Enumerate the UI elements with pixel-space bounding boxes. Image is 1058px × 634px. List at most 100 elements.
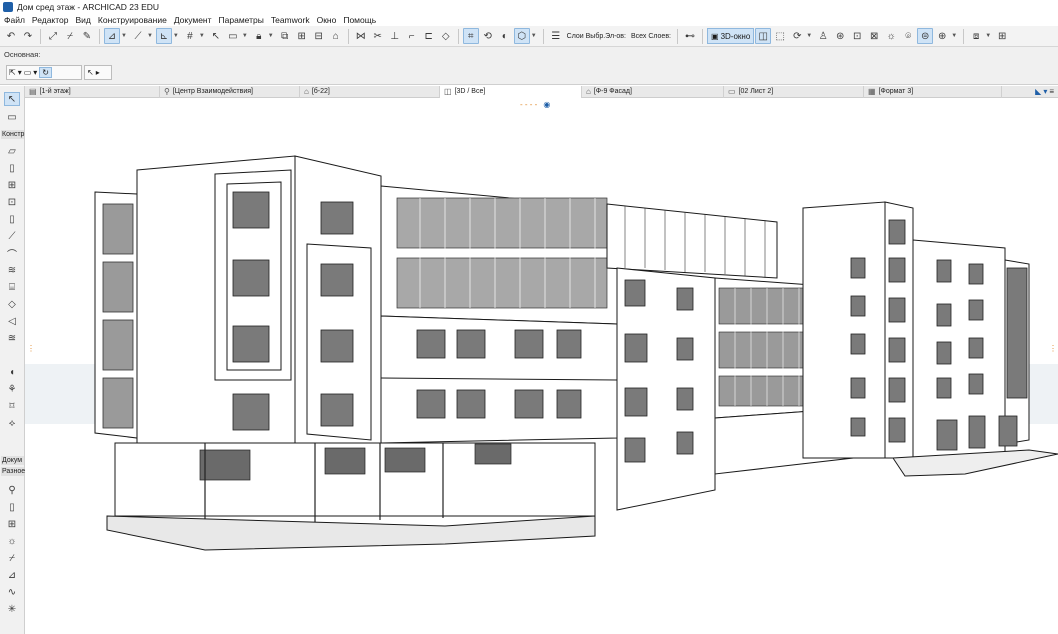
suspend-groups-icon[interactable]: ⊞ [294,28,310,44]
railing-tool-icon[interactable]: ⌸ [4,280,20,294]
tab-facade[interactable]: ⌂ [Ф-9 Фасад] [582,85,724,98]
chevron-down-icon[interactable]: ▼ [268,33,274,39]
snap-guides-icon[interactable]: ⟋ [130,28,146,44]
3d-window-button[interactable]: ▣ 3D-окно [707,28,755,44]
guide-lines-icon[interactable]: ⊿ [104,28,120,44]
split-icon[interactable]: ✂ [370,28,386,44]
rotate-icon[interactable]: ⟲ [480,28,496,44]
tab-bar-options[interactable]: ◣ ▾ ≡ [1035,87,1058,96]
grid-element-icon[interactable]: ⊞ [4,517,20,531]
chevron-down-icon[interactable]: ▾ [33,68,37,77]
tab-menu-icon[interactable]: ≡ [1049,87,1054,96]
perspective-icon[interactable]: ⬚ [772,28,788,44]
menu-help[interactable]: Помощь [343,15,376,25]
chevron-down-icon[interactable]: ▼ [985,33,991,39]
3d-cut-icon[interactable]: ⬡ [513,28,530,44]
orbit-icon[interactable]: ⟳ [789,28,805,44]
menu-options[interactable]: Параметры [219,15,264,25]
3d-viewport[interactable]: - - - - ◉ ⋮ ⋮ [25,98,1058,634]
group-icon[interactable]: ⧉ [277,28,293,44]
chevron-down-icon[interactable]: ▼ [173,33,179,39]
tab-format-3[interactable]: ▦ [Формат 3] [864,85,1002,98]
zoom-fit-icon[interactable]: ⊡ [849,28,865,44]
chevron-down-icon[interactable]: ▼ [951,33,957,39]
publish-icon[interactable]: ⊞ [994,28,1010,44]
roof-tool-icon[interactable]: ⌒ [4,246,20,261]
window-tool-icon[interactable]: ⊡ [4,195,20,209]
rotate-selection-icon[interactable]: ↻ [39,67,52,78]
teamwork-icon[interactable]: ⊷ [682,28,698,44]
intersect-icon[interactable]: ⋈ [353,28,369,44]
sun-study-icon[interactable]: ☼ [4,534,20,548]
arrow-select-icon[interactable]: ↖ [208,28,224,44]
door-tool-icon[interactable]: ▯ [4,212,20,226]
redo-icon[interactable]: ↷ [20,28,36,44]
beam-tool-icon[interactable]: ⊞ [4,178,20,192]
lamp-tool-icon[interactable]: ⌑ [4,399,20,413]
spline-tool-icon[interactable]: ∿ [4,585,20,599]
menu-edit[interactable]: Редактор [32,15,69,25]
menu-file[interactable]: Файл [4,15,25,25]
resize-icon[interactable]: ◇ [438,28,454,44]
slab-tool-icon[interactable]: ⟋ [4,229,20,243]
lock-icon[interactable]: 🔒︎ [251,28,267,44]
stair-tool-icon[interactable]: ≋ [4,263,20,277]
morph-tool-icon[interactable]: ≊ [4,331,20,345]
eyedropper-icon[interactable]: ⌿ [62,28,78,44]
filter-icon[interactable]: ⊕ [934,28,950,44]
zoom-window-icon[interactable]: ⊠ [866,28,882,44]
column-tool-icon[interactable]: ▯ [4,161,20,175]
chevron-down-icon[interactable]: ▼ [121,33,127,39]
view-options-icon[interactable]: ◣ [1035,87,1041,96]
mesh-tool-icon[interactable]: ⟡ [4,416,20,430]
snap-points-icon[interactable]: ⊾ [155,28,172,44]
wall-tool-icon[interactable]: ▱ [4,144,20,158]
marquee-icon[interactable]: ▭ [225,28,241,44]
explore-icon[interactable]: ⊛ [832,28,848,44]
selection-method-group[interactable]: ⇱ ▾ ▭ ▾ ↻ [6,65,82,80]
camera-tool-icon[interactable]: ⌿ [4,551,20,565]
menu-window[interactable]: Окно [317,15,337,25]
layer-settings-icon[interactable]: ☰ [548,28,564,44]
mirror-icon[interactable]: ◐ [497,28,513,44]
arrow-tool-icon[interactable]: ↖ [4,92,20,106]
fillet-icon[interactable]: ⌐ [404,28,420,44]
fill-tool-icon[interactable]: ▯ [4,500,20,514]
menu-view[interactable]: Вид [76,15,91,25]
camera-icon[interactable]: ⌾ [900,28,916,44]
menu-teamwork[interactable]: Teamwork [271,15,310,25]
tab-sheet-2[interactable]: ▭ [02 Лист 2] [724,85,864,98]
grid-snap-icon[interactable]: # [182,28,198,44]
menu-design[interactable]: Конструирование [98,15,167,25]
chevron-down-icon[interactable]: ▼ [531,33,537,39]
arrow-icon[interactable]: ⇱ [9,68,16,77]
adjust-icon[interactable]: ⊥ [387,28,403,44]
curtain-wall-tool-icon[interactable]: ◇ [4,297,20,311]
pick-up-icon[interactable]: ⤢ [45,28,61,44]
chevron-down-icon[interactable]: ▾ [18,68,22,77]
right-edge-marker[interactable]: ⋮ [1049,344,1057,360]
chevron-down-icon[interactable]: ▼ [242,33,248,39]
pointer-icon[interactable]: ↖ [87,68,94,77]
tab-3d-all[interactable]: ◫ [3D / Все] [440,85,582,98]
dimension-tool-icon[interactable]: ⊿ [4,568,20,582]
left-edge-marker[interactable]: ⋮ [27,344,35,360]
selected-layers-label[interactable]: Слои Выбр.Эл-ов: [565,33,628,40]
tab-first-floor[interactable]: ▤ [1-й этаж] [25,85,160,98]
walk-icon[interactable]: ♙ [815,28,831,44]
undo-icon[interactable]: ↶ [3,28,19,44]
graphic-override-icon[interactable]: ⧈ [968,28,984,44]
chevron-right-icon[interactable]: ▸ [96,68,100,77]
marquee-tool-icon[interactable]: ▭ [4,110,20,124]
chevron-down-icon[interactable]: ▼ [806,33,812,39]
figure-tool-icon[interactable]: ✳ [4,602,20,616]
chevron-down-icon[interactable]: ▼ [147,33,153,39]
sun-icon[interactable]: ☼ [883,28,899,44]
element-layer-icon[interactable]: ⊟ [311,28,327,44]
all-layers-label[interactable]: Всех Слоев: [629,33,673,40]
tab-interaction-center[interactable]: ⚲ [Центр Взаимодействия] [160,85,300,98]
shell-tool-icon[interactable]: ◁ [4,314,20,328]
label-tool-icon[interactable]: ⚲ [4,483,20,497]
toolbox-section-more[interactable]: Разное [1,467,25,476]
toolbox-section-document[interactable]: Докум [1,456,24,465]
